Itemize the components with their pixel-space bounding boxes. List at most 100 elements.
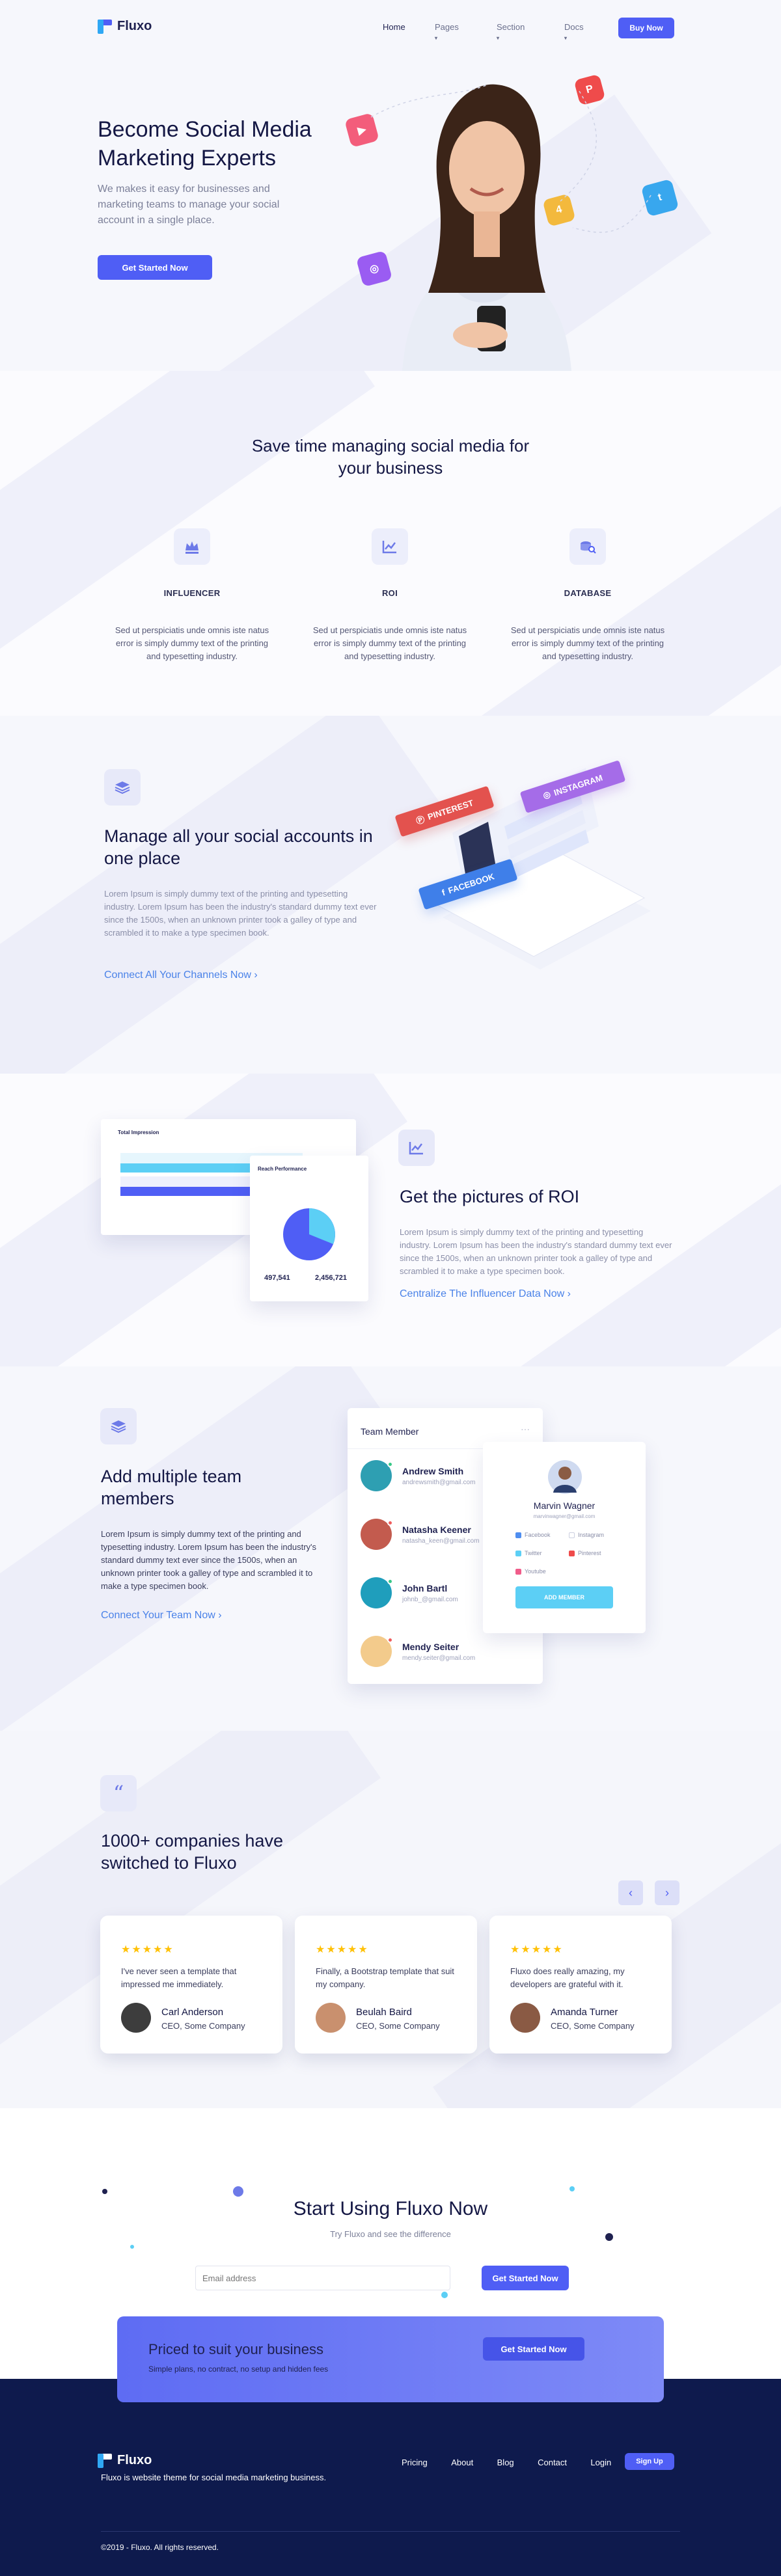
connect-team-link[interactable]: Connect Your Team Now › (101, 1610, 222, 1621)
testimonial-card: ★★★★★ Finally, a Bootstrap template that… (295, 1916, 477, 2054)
pinterest-icon: Ⓟ (415, 814, 426, 826)
avatar (361, 1636, 393, 1667)
avatar (316, 2003, 346, 2033)
connect-channels-link[interactable]: Connect All Your Channels Now › (104, 969, 258, 981)
member-email: andrewsmith@gmail.com (402, 1478, 476, 1486)
layers-icon (104, 769, 141, 806)
prev-arrow-button[interactable]: ‹ (618, 1880, 643, 1905)
decor-dot (130, 2245, 134, 2249)
member-row[interactable]: John Bartl johnb_@gmail.com (361, 1577, 458, 1608)
pricing-cta-box: Priced to suit your business Simple plan… (117, 2316, 664, 2402)
footer-link-login[interactable]: Login (590, 2458, 611, 2467)
next-arrow-button[interactable]: › (655, 1880, 679, 1905)
feature-title: ROI (381, 588, 398, 598)
checkbox-twitter[interactable]: Twitter (515, 1550, 542, 1556)
hero-get-started-button[interactable]: Get Started Now (98, 255, 212, 280)
decor-dot (441, 2292, 448, 2298)
stat-2: 2,456,721 (315, 1274, 347, 1282)
nav-section[interactable]: Section ▾ (497, 22, 525, 42)
member-name: John Bartl (402, 1582, 448, 1593)
member-name: Natasha Keener (402, 1524, 471, 1535)
roi-text: Lorem Ipsum is simply dummy text of the … (400, 1227, 672, 1276)
profile-card: Marvin Wagner marvinwagner@gmail.com Fac… (483, 1442, 646, 1633)
facebook-icon: f (440, 887, 446, 898)
testimonial-role: CEO, Some Company (551, 2021, 635, 2031)
stat-1: 497,541 (264, 1274, 290, 1282)
testimonial-text: I've never seen a template that impresse… (121, 1966, 237, 1989)
nav-pages-label: Pages (435, 22, 459, 32)
footer-link-pricing[interactable]: Pricing (402, 2458, 428, 2467)
pricing-title: Priced to suit your business (148, 2341, 324, 2357)
member-row[interactable]: Natasha Keener natasha_keen@gmail.com (361, 1519, 480, 1550)
checkbox-label: Facebook (525, 1532, 551, 1538)
reach-performance-card: Reach Performance 497,541 2,456,721 (250, 1156, 368, 1301)
start-get-started-button[interactable]: Get Started Now (482, 2266, 569, 2290)
copyright: ©2019 - Fluxo. All rights reserved. (101, 2543, 219, 2552)
testimonial-role: CEO, Some Company (356, 2021, 440, 2031)
roi-title: Get the pictures of ROI (400, 1187, 580, 1206)
checkbox-icon (515, 1568, 521, 1575)
testimonial-card: ★★★★★ Fluxo does really amazing, my deve… (489, 1916, 672, 2054)
avatar (361, 1577, 393, 1608)
checkbox-label: Twitter (525, 1550, 542, 1556)
footer-logo[interactable]: Fluxo (98, 2453, 152, 2468)
centralize-data-label: Centralize The Influencer Data Now (400, 1288, 565, 1299)
feature-text: Sed ut perspiciatis unde omnis iste natu… (115, 625, 269, 661)
top-nav: Fluxo Home Pages ▾ Section ▾ Docs ▾ Buy … (0, 0, 781, 56)
chevron-right-icon: › (218, 1610, 222, 1621)
member-row[interactable]: Andrew Smith andrewsmith@gmail.com (361, 1460, 475, 1491)
centralize-data-link[interactable]: Centralize The Influencer Data Now › (400, 1288, 571, 1300)
checkbox-instagram[interactable]: Instagram (569, 1532, 604, 1538)
online-dot (387, 1579, 393, 1584)
status-dot (387, 1637, 393, 1643)
reach-pie-chart (283, 1208, 335, 1260)
footer-link-blog[interactable]: Blog (497, 2458, 514, 2467)
brand-logo[interactable]: Fluxo (98, 19, 152, 34)
chart-icon (398, 1130, 435, 1166)
feature-text: Sed ut perspiciatis unde omnis iste natu… (510, 625, 665, 661)
bar-2 (120, 1187, 251, 1196)
rating-stars-icon: ★★★★★ (510, 1944, 564, 1955)
logo-icon (98, 19, 112, 34)
email-input[interactable] (195, 2266, 450, 2290)
brand-name: Fluxo (117, 19, 152, 33)
decor-dot (233, 2186, 243, 2197)
more-icon[interactable]: ··· (521, 1424, 530, 1434)
nav-pages[interactable]: Pages ▾ (435, 22, 459, 42)
avatar (121, 2003, 151, 2033)
instagram-icon: ◎ (541, 789, 552, 801)
nav-docs-label: Docs (564, 22, 584, 32)
member-name: Mendy Seiter (402, 1641, 459, 1652)
member-row[interactable]: Mendy Seiter mendy.seiter@gmail.com (361, 1636, 475, 1667)
feature-influencer: INFLUENCER Sed ut perspiciatis unde omni… (111, 528, 273, 663)
checkbox-label: Youtube (525, 1568, 546, 1575)
connect-team-label: Connect Your Team Now (101, 1610, 215, 1621)
team-title: Add multiple team members (101, 1467, 242, 1508)
checkbox-icon (569, 1532, 575, 1538)
avatar (361, 1519, 393, 1550)
add-member-button[interactable]: ADD MEMBER (515, 1586, 613, 1608)
layers-icon (100, 1408, 137, 1444)
testimonial-card: ★★★★★ I've never seen a template that im… (100, 1916, 282, 2054)
footer-link-contact[interactable]: Contact (538, 2458, 567, 2467)
checkbox-pinterest[interactable]: Pinterest (569, 1550, 601, 1556)
checkbox-facebook[interactable]: Facebook (515, 1532, 551, 1538)
rating-stars-icon: ★★★★★ (316, 1944, 369, 1955)
database-search-icon (569, 528, 606, 565)
buy-now-button[interactable]: Buy Now (618, 18, 674, 38)
signup-button[interactable]: Sign Up (625, 2453, 674, 2470)
team-text: Lorem Ipsum is simply dummy text of the … (101, 1529, 317, 1591)
pricing-get-started-button[interactable]: Get Started Now (483, 2337, 584, 2361)
testimonial-name: Amanda Turner (551, 2007, 618, 2018)
nav-docs[interactable]: Docs ▾ (564, 22, 584, 42)
footer-brand-name: Fluxo (117, 2453, 152, 2467)
member-email: mendy.seiter@gmail.com (402, 1654, 476, 1662)
footer-link-about[interactable]: About (451, 2458, 473, 2467)
checkbox-label: Instagram (578, 1532, 605, 1538)
member-email: natasha_keen@gmail.com (402, 1537, 480, 1545)
nav-home[interactable]: Home (383, 22, 405, 32)
member-name: Andrew Smith (402, 1465, 464, 1476)
checkbox-youtube[interactable]: Youtube (515, 1568, 546, 1575)
feature-title: DATABASE (564, 588, 612, 598)
team-panel-title: Team Member (361, 1426, 419, 1437)
